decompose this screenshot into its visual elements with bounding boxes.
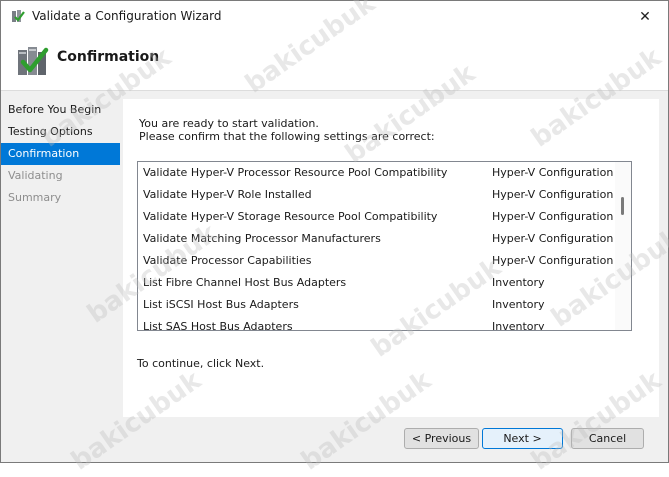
nav-step-testing-options[interactable]: Testing Options bbox=[1, 121, 120, 143]
wizard-window: Validate a Configuration Wizard ✕ Confir… bbox=[0, 0, 669, 477]
main-panel: You are ready to start validation. Pleas… bbox=[123, 99, 659, 417]
test-name: List iSCSI Host Bus Adapters bbox=[143, 298, 299, 311]
test-category: Hyper-V Configuration bbox=[492, 254, 614, 267]
test-category: Hyper-V Configuration bbox=[492, 232, 614, 245]
list-item[interactable]: Validate Hyper-V Role Installed Hyper-V … bbox=[138, 184, 614, 206]
test-category: Hyper-V Configuration bbox=[492, 188, 614, 201]
confirm-instruction: Please confirm that the following settin… bbox=[139, 130, 435, 143]
nav-step-validating: Validating bbox=[8, 169, 63, 182]
list-item[interactable]: List SAS Host Bus Adapters Inventory bbox=[138, 316, 614, 331]
test-category: Hyper-V Configuration bbox=[492, 166, 614, 179]
test-name: Validate Matching Processor Manufacturer… bbox=[143, 232, 381, 245]
next-button[interactable]: Next > bbox=[482, 428, 563, 449]
validate-checkmark-icon bbox=[18, 47, 49, 75]
list-item[interactable]: Validate Processor Capabilities Hyper-V … bbox=[138, 250, 614, 272]
previous-button[interactable]: < Previous bbox=[404, 428, 479, 449]
list-item[interactable]: List iSCSI Host Bus Adapters Inventory bbox=[138, 294, 614, 316]
scrollbar-thumb[interactable] bbox=[621, 197, 624, 215]
cluster-wizard-icon bbox=[12, 10, 25, 22]
wizard-header: Confirmation bbox=[1, 32, 668, 91]
test-name: Validate Hyper-V Role Installed bbox=[143, 188, 312, 201]
continue-hint: To continue, click Next. bbox=[137, 357, 265, 370]
list-item[interactable]: Validate Hyper-V Storage Resource Pool C… bbox=[138, 206, 614, 228]
wizard-footer: < Previous Next > Cancel bbox=[123, 417, 659, 462]
nav-step-before-you-begin[interactable]: Before You Begin bbox=[1, 99, 120, 121]
test-category: Inventory bbox=[492, 298, 545, 311]
test-name: Validate Hyper-V Processor Resource Pool… bbox=[143, 166, 448, 179]
test-name: Validate Processor Capabilities bbox=[143, 254, 312, 267]
test-category: Inventory bbox=[492, 276, 545, 289]
test-name: List Fibre Channel Host Bus Adapters bbox=[143, 276, 347, 289]
nav-step-confirmation[interactable]: Confirmation bbox=[1, 143, 120, 165]
test-category: Inventory bbox=[492, 320, 545, 331]
test-category: Hyper-V Configuration bbox=[492, 210, 614, 223]
test-name: Validate Hyper-V Storage Resource Pool C… bbox=[143, 210, 438, 223]
wizard-content: Before You Begin Testing Options Confirm… bbox=[1, 91, 668, 462]
list-item[interactable]: Validate Matching Processor Manufacturer… bbox=[138, 228, 614, 250]
window-title: Validate a Configuration Wizard bbox=[32, 9, 222, 23]
close-icon: ✕ bbox=[639, 8, 651, 25]
wizard-steps-nav: Before You Begin Testing Options Confirm… bbox=[1, 99, 120, 209]
list-scrollbar[interactable] bbox=[615, 162, 631, 330]
page-title: Confirmation bbox=[57, 49, 160, 65]
title-bar: Validate a Configuration Wizard ✕ bbox=[1, 1, 668, 32]
close-button[interactable]: ✕ bbox=[622, 1, 668, 32]
list-item[interactable]: List Fibre Channel Host Bus Adapters Inv… bbox=[138, 272, 614, 294]
test-name: List SAS Host Bus Adapters bbox=[143, 320, 293, 331]
list-item[interactable]: Validate Hyper-V Processor Resource Pool… bbox=[138, 162, 614, 184]
intro-text: You are ready to start validation. bbox=[139, 117, 319, 130]
nav-step-summary: Summary bbox=[8, 191, 62, 204]
tests-list[interactable]: Validate Hyper-V Processor Resource Pool… bbox=[137, 161, 632, 331]
cancel-button[interactable]: Cancel bbox=[571, 428, 644, 449]
